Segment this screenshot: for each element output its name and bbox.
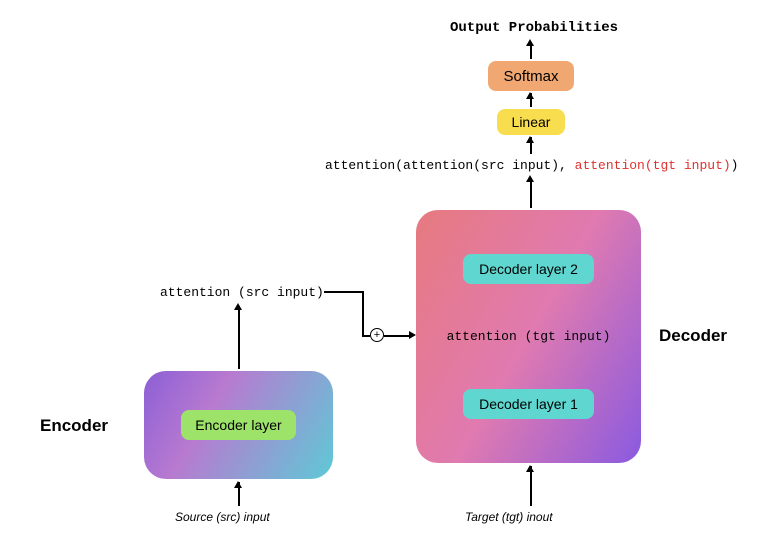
encoder-box: Encoder layer — [144, 371, 333, 479]
connector-line — [324, 291, 362, 293]
decoder-layer-2-label: Decoder layer 2 — [479, 261, 578, 277]
encoder-layer-chip: Encoder layer — [181, 410, 295, 440]
connector-line — [362, 335, 370, 337]
connector-line — [362, 291, 364, 336]
arrow-head-icon — [526, 136, 534, 143]
plus-circle-icon: + — [370, 328, 384, 342]
encoder-label: Encoder — [40, 416, 108, 436]
arrow-stem — [530, 45, 532, 59]
formula-text: attention(attention(src input), attentio… — [325, 158, 738, 173]
softmax-label: Softmax — [503, 68, 558, 85]
softmax-box: Softmax — [488, 61, 574, 91]
decoder-layer-1-label: Decoder layer 1 — [479, 396, 578, 412]
formula-part3: ) — [731, 158, 739, 173]
formula-part2: attention(tgt input) — [575, 158, 731, 173]
target-input-label: Target (tgt) inout — [465, 510, 553, 524]
output-title: Output Probabilities — [450, 20, 618, 36]
linear-box: Linear — [497, 109, 565, 135]
decoder-box: Decoder layer 2 attention (tgt input) De… — [416, 210, 641, 463]
arrow-head-icon — [526, 465, 534, 472]
arrow-head-icon — [526, 39, 534, 46]
linear-label: Linear — [512, 114, 551, 130]
arrow-stem — [530, 466, 532, 506]
arrow-head-icon — [234, 481, 242, 488]
decoder-label: Decoder — [659, 326, 727, 346]
arrow-head-icon — [234, 303, 242, 310]
plus-symbol: + — [374, 330, 380, 341]
decoder-mid-text: attention (tgt input) — [447, 329, 611, 344]
source-input-label: Source (src) input — [175, 510, 270, 524]
decoder-layer-1-chip: Decoder layer 1 — [463, 389, 594, 419]
encoder-layer-label: Encoder layer — [195, 417, 281, 433]
encoder-attn-text: attention (src input) — [160, 285, 324, 300]
decoder-layer-2-chip: Decoder layer 2 — [463, 254, 594, 284]
arrow-head-icon — [526, 92, 534, 99]
arrow-stem — [530, 178, 532, 208]
connector-line — [384, 335, 410, 337]
formula-part1: attention(attention(src input), — [325, 158, 575, 173]
arrow-head-icon — [409, 331, 416, 339]
arrow-head-icon — [526, 175, 534, 182]
arrow-stem — [238, 306, 240, 369]
